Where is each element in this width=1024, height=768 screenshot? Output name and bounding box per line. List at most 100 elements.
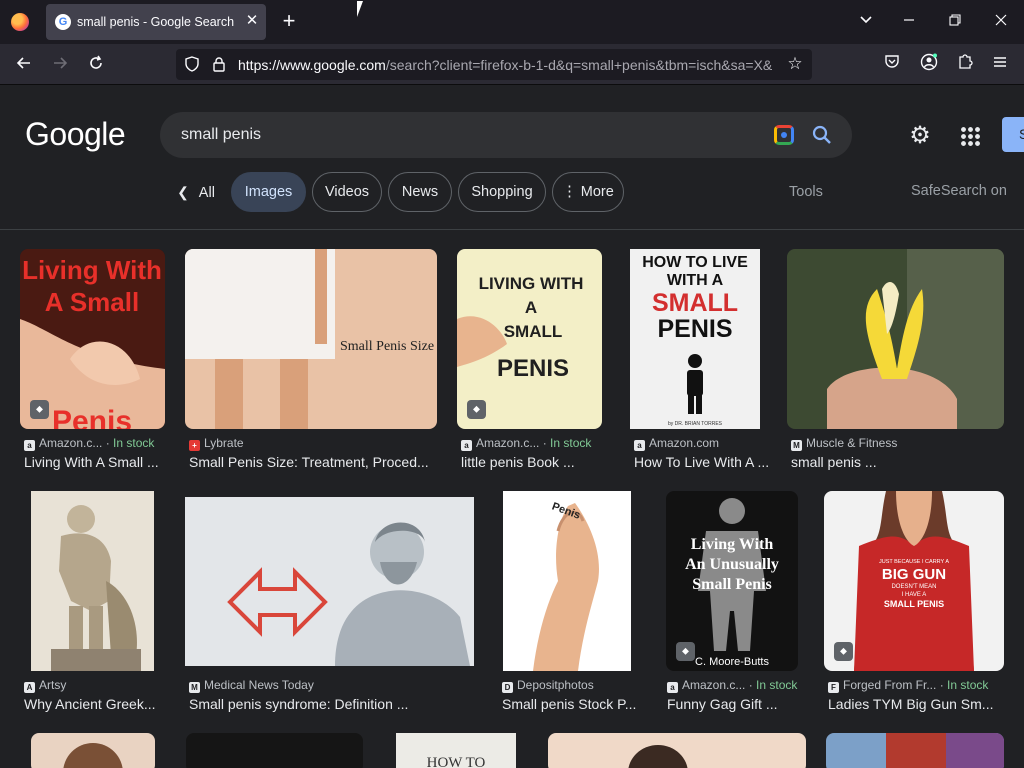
navigation-toolbar: https://www.google.com/search?client=fir… (0, 44, 1024, 85)
tab-strip: G small penis - Google Search ✕ + (0, 0, 1024, 44)
result-source[interactable]: a Amazon.c... · In stock (667, 678, 817, 693)
chip-images[interactable]: Images (231, 172, 306, 212)
menu-icon[interactable] (988, 53, 1012, 77)
result-thumbnail[interactable]: Small Penis Size (185, 249, 437, 429)
chip-all-label: All (198, 185, 215, 201)
chip-news[interactable]: News (388, 172, 452, 212)
restore-icon[interactable] (943, 10, 967, 34)
shirt-text-line2: BIG GUN (882, 566, 946, 583)
result-thumbnail[interactable] (548, 733, 806, 768)
result-thumbnail[interactable]: Living With An Unusually Small Penis C. … (666, 491, 798, 671)
result-thumbnail[interactable] (186, 733, 363, 768)
result-caption[interactable]: Small penis Stock P... (502, 696, 642, 712)
source-name: Medical News Today (204, 678, 314, 692)
chip-shopping[interactable]: Shopping (458, 172, 546, 212)
thumb-title-line1: HOW TO LIVE (642, 254, 748, 271)
safesearch-button[interactable]: SafeSearch on (911, 183, 1007, 199)
lock-icon[interactable] (211, 56, 227, 72)
result-source[interactable]: + Lybrate (189, 436, 441, 451)
google-lens-icon[interactable] (774, 125, 794, 145)
tab-close-icon[interactable]: ✕ (244, 13, 260, 29)
result-caption[interactable]: Ladies TYM Big Gun Sm... (828, 696, 1008, 712)
extensions-icon[interactable] (953, 53, 977, 77)
url-path: /search?client=firefox-b-1-d&q=small+pen… (385, 57, 773, 73)
result-caption[interactable]: small penis ... (791, 454, 1008, 470)
chip-videos[interactable]: Videos (312, 172, 382, 212)
tab-title: small penis - Google Search (77, 15, 235, 29)
thumb-title: Small Penis Size (340, 339, 434, 354)
tab-google-search[interactable]: G small penis - Google Search ✕ (46, 4, 266, 40)
stock-status: In stock (113, 436, 155, 450)
result-thumbnail[interactable]: LIVING WITH A SMALL PENIS ⬥ (457, 249, 602, 429)
chip-all[interactable]: ❮ All (166, 172, 226, 212)
result-caption[interactable]: Funny Gag Gift ... (667, 696, 812, 712)
address-bar[interactable]: https://www.google.com/search?client=fir… (176, 49, 812, 80)
result-source[interactable]: a Amazon.com (634, 436, 774, 451)
result-caption[interactable]: How To Live With A ... (634, 454, 774, 470)
sign-in-button[interactable]: S (1002, 117, 1024, 152)
result-source[interactable]: F Forged From Fr... · In stock (828, 678, 1008, 693)
result-caption[interactable]: Living With A Small ... (24, 454, 169, 470)
thumb-title: HOW TO (427, 755, 486, 768)
thumb-title-line3: SMALL (504, 322, 563, 341)
result-thumbnail[interactable]: HOW TO (396, 733, 516, 768)
settings-gear-icon[interactable]: ⚙ (906, 122, 934, 150)
shirt-text-line3: DOESN'T MEAN (891, 584, 936, 590)
result-source[interactable]: A Artsy (24, 678, 174, 693)
medical-news-today-favicon-icon: M (189, 682, 200, 693)
stock-status: In stock (947, 678, 989, 692)
minimize-icon[interactable] (897, 10, 921, 34)
result-caption[interactable]: Why Ancient Greek... (24, 696, 164, 712)
chip-videos-label: Videos (324, 184, 370, 200)
result-source[interactable]: M Medical News Today (189, 678, 479, 693)
result-thumbnail[interactable]: HOW TO LIVE WITH A SMALL PENIS by DR. BR… (630, 249, 760, 429)
result-thumbnail[interactable] (826, 733, 1004, 768)
bookmark-star-icon[interactable]: ☆ (786, 55, 804, 73)
result-thumbnail[interactable]: Living With A Small Penis ⬥ (20, 249, 165, 429)
search-icon[interactable] (811, 124, 833, 146)
thumb-title-line2: A Small (45, 287, 139, 317)
result-caption[interactable]: Small Penis Size: Treatment, Proced... (189, 454, 441, 470)
muscle-fitness-favicon-icon: M (791, 440, 802, 451)
stock-status: In stock (756, 678, 798, 692)
pocket-icon[interactable] (880, 53, 904, 77)
google-apps-icon[interactable] (960, 126, 980, 146)
reload-icon[interactable] (83, 52, 109, 78)
tools-button[interactable]: Tools (789, 184, 823, 200)
chip-more[interactable]: ⋮ More (552, 172, 624, 212)
google-logo[interactable]: Google (25, 116, 126, 153)
result-caption[interactable]: little penis Book ... (461, 454, 606, 470)
tag-icon: ⬥ (30, 400, 49, 419)
mouse-cursor-icon (357, 1, 363, 17)
source-name: Artsy (39, 678, 67, 692)
result-source[interactable]: M Muscle & Fitness (791, 436, 1008, 451)
url-text[interactable]: https://www.google.com/search?client=fir… (238, 57, 786, 73)
chip-images-label: Images (244, 184, 293, 200)
result-thumbnail[interactable] (185, 497, 474, 666)
result-caption[interactable]: Small penis syndrome: Definition ... (189, 696, 479, 712)
google-favicon-icon: G (55, 14, 71, 30)
result-thumbnail[interactable]: Penis (503, 491, 631, 671)
result-source[interactable]: a Amazon.c... · In stock (24, 436, 174, 451)
result-source[interactable]: a Amazon.c... · In stock (461, 436, 611, 451)
forged-favicon-icon: F (828, 682, 839, 693)
search-input[interactable]: small penis (181, 126, 261, 144)
window-close-icon[interactable] (989, 10, 1013, 34)
tag-icon: ⬥ (834, 642, 853, 661)
image-results-grid: Living With A Small Penis ⬥ a Amazon.c...… (0, 231, 1024, 768)
list-all-tabs-icon[interactable] (854, 10, 878, 34)
result-thumbnail[interactable]: JUST BECAUSE I CARRY A BIG GUN DOESN'T M… (824, 491, 1004, 671)
firefox-logo-icon[interactable] (11, 13, 29, 31)
result-thumbnail[interactable] (787, 249, 1004, 429)
result-thumbnail[interactable] (31, 733, 155, 768)
forward-icon[interactable] (47, 52, 73, 78)
search-box[interactable]: small penis (160, 112, 852, 158)
account-icon[interactable] (917, 53, 941, 77)
amazon-favicon-icon: a (24, 440, 35, 451)
result-thumbnail[interactable] (31, 491, 154, 671)
result-source[interactable]: D Depositphotos (502, 678, 647, 693)
tracking-shield-icon[interactable] (184, 56, 200, 72)
back-icon[interactable] (11, 52, 37, 78)
source-name: Amazon.c... (39, 436, 103, 450)
new-tab-icon[interactable]: + (278, 10, 300, 33)
